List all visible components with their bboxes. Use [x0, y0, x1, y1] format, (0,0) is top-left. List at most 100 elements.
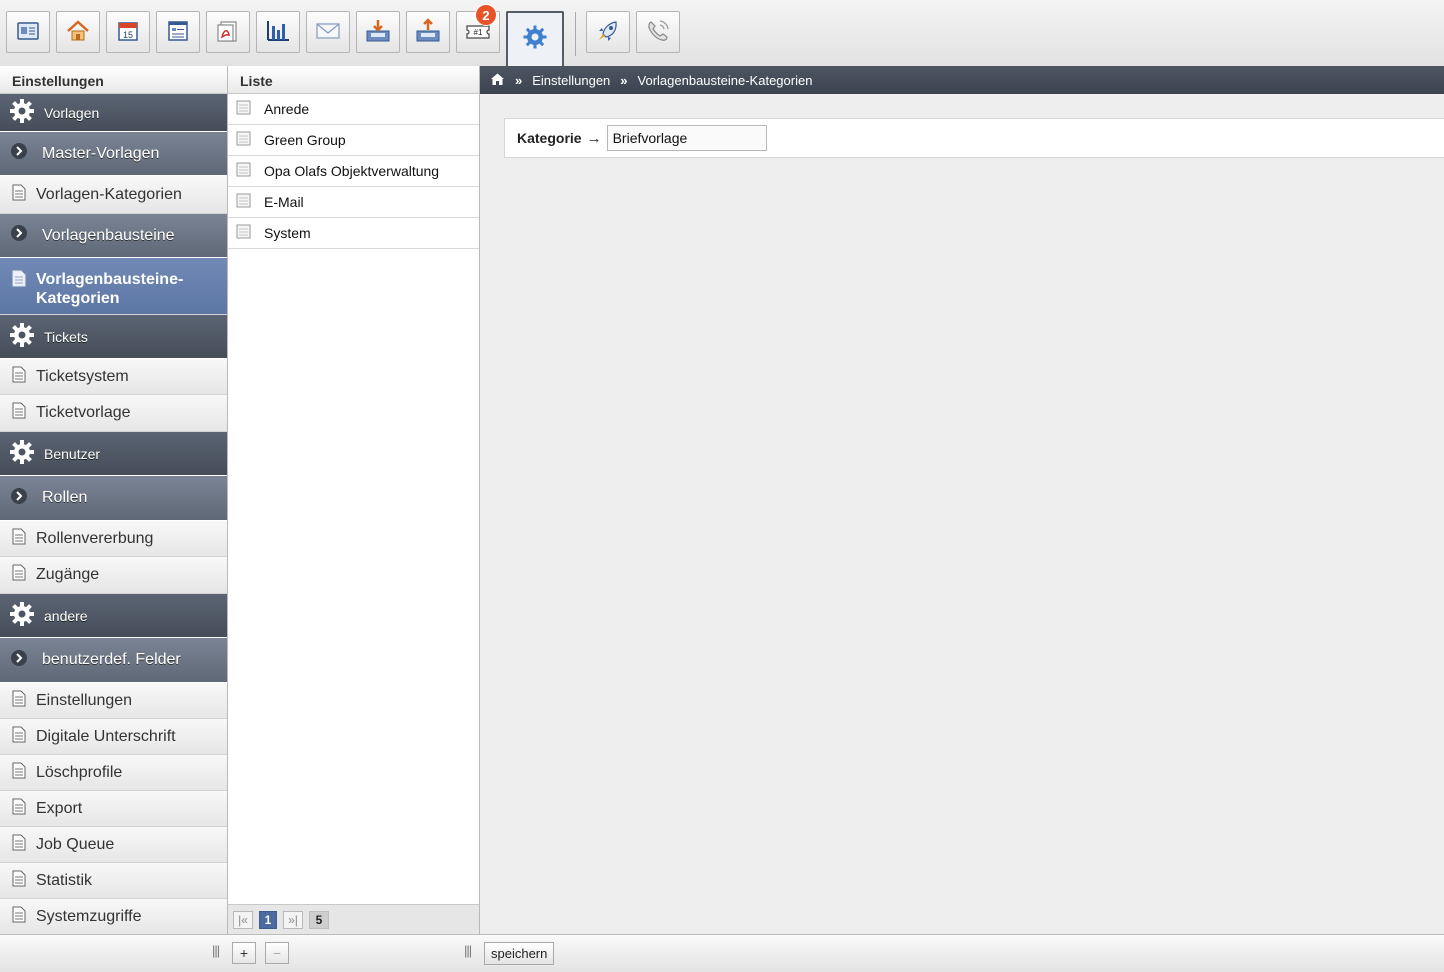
panel-resize-grip[interactable]: |||: [464, 943, 472, 958]
save-button[interactable]: speichern: [484, 942, 555, 965]
nav-label: Ticketvorlage: [36, 404, 131, 421]
nav-label: Vorlagenbausteine-Kategorien: [36, 271, 184, 307]
nav-item-zugaenge[interactable]: Zugänge: [0, 557, 227, 594]
chevron-right-circle-icon: [10, 649, 28, 672]
pdf-button[interactable]: [206, 11, 250, 53]
document-icon: [12, 366, 26, 388]
list-footer: + − |||: [228, 934, 481, 972]
list-panel: Anrede Green Group Opa Olafs Objektverwa…: [228, 94, 480, 904]
document-list-icon: [164, 17, 192, 48]
gear-icon: [8, 600, 36, 631]
gear-icon: [8, 321, 36, 352]
nav-item-digitale-unterschrift[interactable]: Digitale Unterschrift: [0, 719, 227, 755]
outbox-upload-icon: [414, 17, 442, 48]
nav-item-statistik[interactable]: Statistik: [0, 863, 227, 899]
ticket-number-text: #1: [474, 28, 483, 37]
panel-resize-grip[interactable]: |||: [212, 943, 220, 958]
document-icon: [12, 270, 26, 292]
nav-section-andere[interactable]: andere: [0, 594, 227, 638]
document-icon: [12, 184, 26, 206]
nav-label: Master-Vorlagen: [42, 144, 160, 162]
nav-label: Export: [36, 799, 83, 817]
nav-label: Löschprofile: [36, 763, 123, 781]
tickets-button[interactable]: #1 2: [456, 4, 500, 53]
list-item[interactable]: Anrede: [228, 94, 479, 125]
nav-item-export[interactable]: Export: [0, 791, 227, 827]
settings-button[interactable]: [506, 11, 564, 67]
import-button[interactable]: [356, 11, 400, 53]
nav-section-benutzer[interactable]: Benutzer: [0, 432, 227, 476]
pager-first-button[interactable]: |«: [233, 911, 253, 929]
rocket-icon: [594, 17, 622, 48]
list-item[interactable]: Opa Olafs Objektverwaltung: [228, 156, 479, 187]
main-content: Kategorie →: [480, 94, 1444, 934]
list-pager: |« 1 »| 5: [228, 904, 480, 935]
nav-item-einstellungen[interactable]: Einstellungen: [0, 683, 227, 719]
calendar-day-text: 15: [123, 30, 133, 40]
calendar-button[interactable]: 15: [106, 11, 150, 53]
nav-label: Ticketsystem: [36, 367, 129, 385]
home-button[interactable]: [56, 11, 100, 53]
nav-item-ticketsystem[interactable]: Ticketsystem: [0, 359, 227, 395]
nav-item-rollenvererbung[interactable]: Rollenvererbung: [0, 521, 227, 557]
pager-current-page[interactable]: 1: [259, 911, 277, 929]
contacts-button[interactable]: [6, 11, 50, 53]
nav-item-loeschprofile[interactable]: Löschprofile: [0, 755, 227, 791]
export-button[interactable]: [406, 11, 450, 53]
nav-label: benutzerdef. Felder: [42, 651, 181, 668]
list-item[interactable]: E-Mail: [228, 187, 479, 218]
home-icon: [64, 17, 92, 48]
statistics-button[interactable]: [256, 11, 300, 53]
list-item-label: Opa Olafs Objektverwaltung: [264, 163, 440, 179]
category-label: Kategorie: [517, 130, 582, 146]
document-icon: [12, 726, 26, 748]
nav-label: Benutzer: [44, 445, 101, 462]
gear-icon: [8, 438, 36, 469]
nav-label: Digitale Unterschrift: [36, 727, 176, 745]
nav-item-vorlagenbausteine[interactable]: Vorlagenbausteine: [0, 214, 227, 258]
nav-item-benutzerdef-felder[interactable]: benutzerdef. Felder: [0, 638, 227, 683]
gear-icon: [8, 97, 36, 128]
nav-item-rollen[interactable]: Rollen: [0, 476, 227, 521]
home-icon[interactable]: [490, 72, 505, 89]
telephony-button[interactable]: [636, 11, 680, 53]
list-item-label: Green Group: [264, 132, 346, 148]
document-icon: [12, 564, 26, 586]
documents-button[interactable]: [156, 11, 200, 53]
nav-item-vorlagen-kategorien[interactable]: Vorlagen-Kategorien: [0, 176, 227, 214]
breadcrumb-separator: »: [620, 72, 628, 88]
list-item[interactable]: System: [228, 218, 479, 249]
pager-last-button[interactable]: »|: [283, 911, 303, 929]
pdf-document-icon: [214, 17, 242, 48]
nav-label: andere: [44, 607, 88, 624]
quickstart-button[interactable]: [586, 11, 630, 53]
nav-label: Tickets: [44, 328, 88, 345]
nav-label: Vorlagen: [44, 104, 100, 121]
document-icon: [12, 834, 26, 856]
nav-item-master-vorlagen[interactable]: Master-Vorlagen: [0, 132, 227, 176]
breadcrumb-settings-link[interactable]: Einstellungen: [532, 73, 610, 88]
category-name-input[interactable]: [606, 125, 767, 151]
email-button[interactable]: [306, 11, 350, 53]
category-form: Kategorie →: [504, 118, 1444, 158]
document-icon: [236, 193, 251, 211]
list-item[interactable]: Green Group: [228, 125, 479, 156]
nav-item-job-queue[interactable]: Job Queue: [0, 827, 227, 863]
nav-label: Rollen: [42, 489, 88, 506]
nav-item-systemzugriffe[interactable]: Systemzugriffe: [0, 899, 227, 934]
document-icon: [12, 690, 26, 712]
add-entry-button[interactable]: +: [232, 942, 256, 964]
nav-item-ticketvorlage[interactable]: Ticketvorlage: [0, 395, 227, 432]
inbox-download-icon: [364, 17, 392, 48]
document-icon: [12, 906, 26, 928]
settings-gear-icon: [521, 23, 549, 54]
remove-entry-button[interactable]: −: [265, 942, 289, 964]
nav-section-vorlagen[interactable]: Vorlagen: [0, 94, 227, 132]
nav-section-tickets[interactable]: Tickets: [0, 315, 227, 359]
document-icon: [12, 798, 26, 820]
chevron-right-circle-icon: [10, 142, 28, 165]
nav-item-vorlagenbausteine-kategorien[interactable]: Vorlagenbausteine-Kategorien: [0, 258, 227, 315]
list-item-label: E-Mail: [264, 194, 304, 210]
document-icon: [12, 402, 26, 424]
nav-label: Job Queue: [36, 835, 115, 853]
